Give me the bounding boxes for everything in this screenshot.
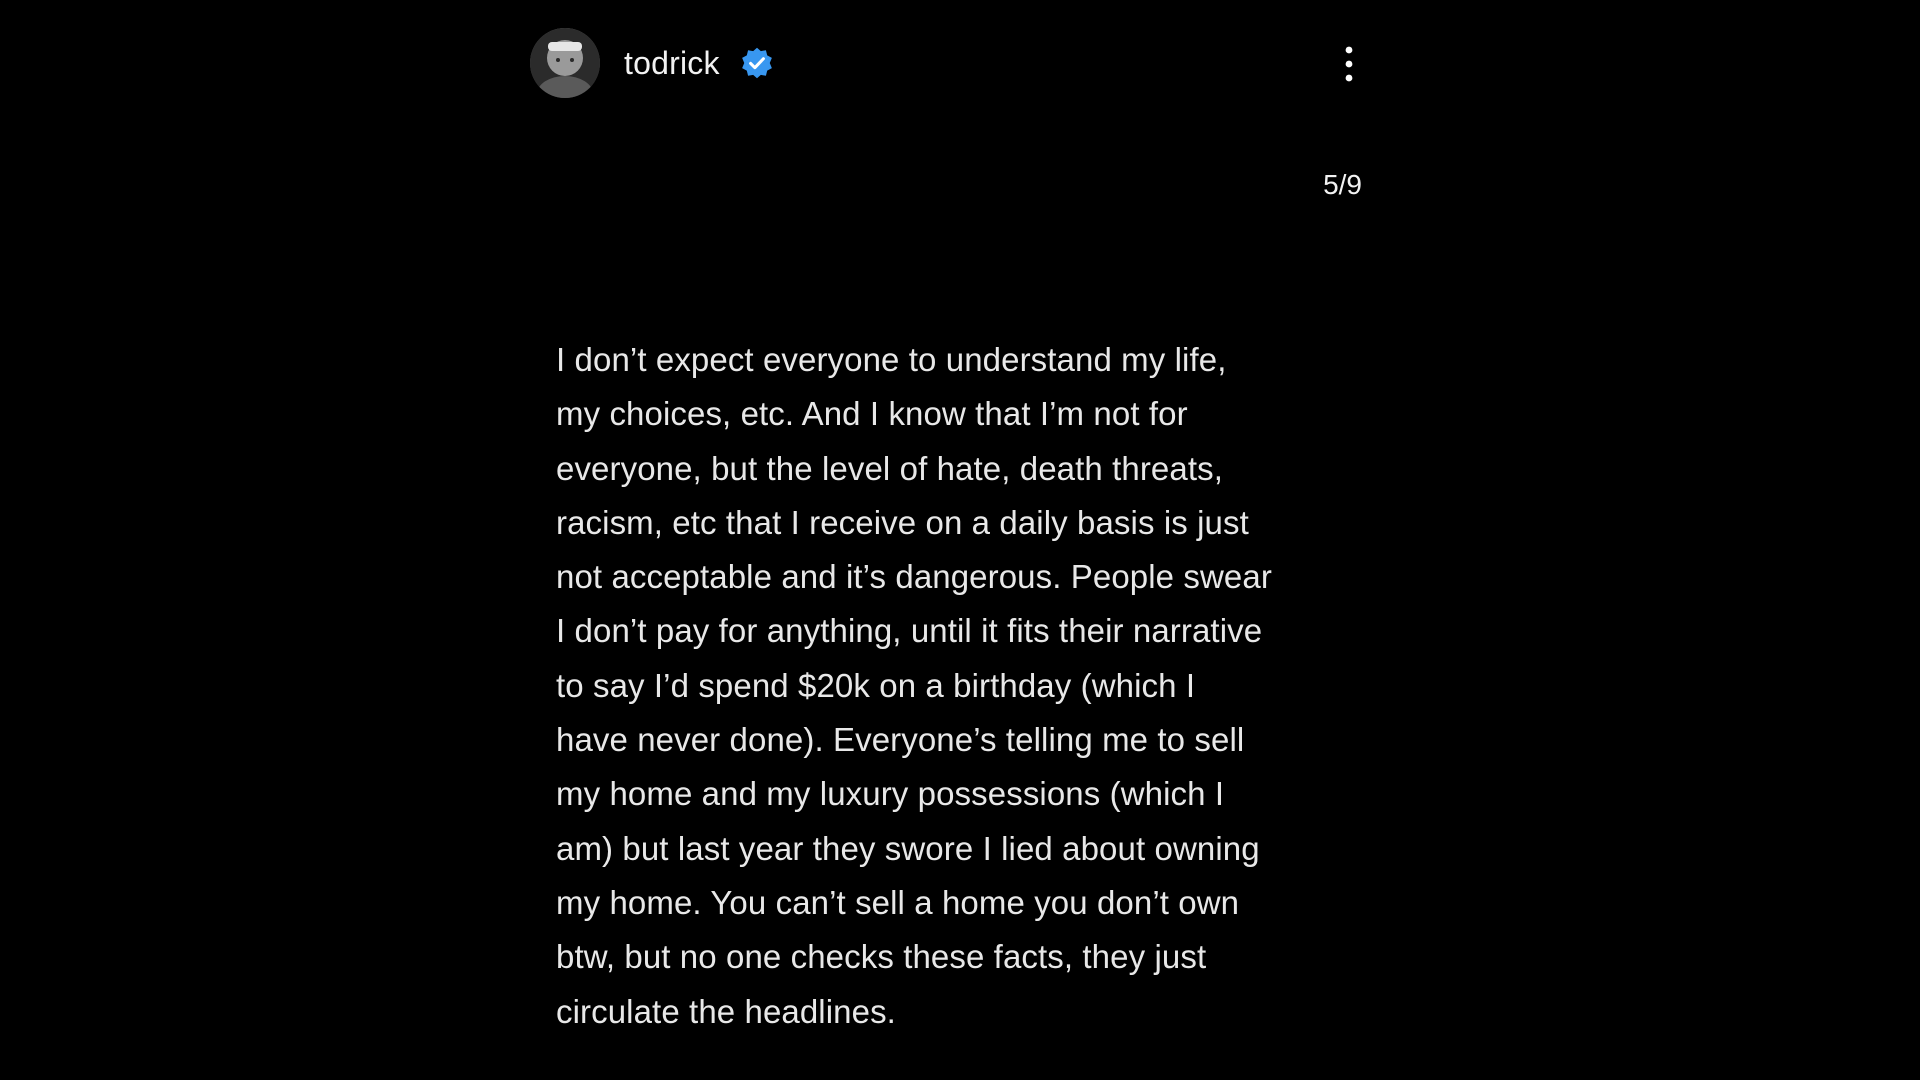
verified-badge-icon [742,47,772,79]
caption-line: circulate the headlines. [556,992,896,1030]
avatar[interactable] [530,28,600,98]
post-header: todrick [520,26,1360,100]
slide-counter: 5/9 [1323,169,1362,200]
post-caption: I don’t expect everyone to understand my… [556,333,1356,1039]
caption-line: my home. You can’t sell a home you don’t… [556,883,1240,921]
caption-line: my home and my luxury possessions (which… [556,775,1225,813]
username[interactable]: todrick [624,44,720,82]
caption-line: have never done). Everyone’s telling me … [556,721,1245,759]
caption-line: my choices, etc. And I know that I’m not… [556,395,1188,433]
caption-line: everyone, but the level of hate, death t… [556,449,1223,487]
post-view: todrick 5/9 I don’t expect everyone to u… [520,0,1362,1080]
caption-line: not acceptable and it’s dangerous. Peopl… [556,558,1272,596]
caption-line: btw, but no one checks these facts, they… [556,938,1207,976]
caption-line: I don’t pay for anything, until it fits … [556,612,1263,650]
caption-line: am) but last year they swore I lied abou… [556,829,1260,867]
more-vertical-icon[interactable] [1342,44,1356,84]
caption-line: racism, etc that I receive on a daily ba… [556,503,1249,541]
profile-photo-icon [530,28,600,98]
caption-line: I don’t expect everyone to understand my… [556,341,1227,378]
caption-line: to say I’d spend $20k on a birthday (whi… [556,666,1196,704]
